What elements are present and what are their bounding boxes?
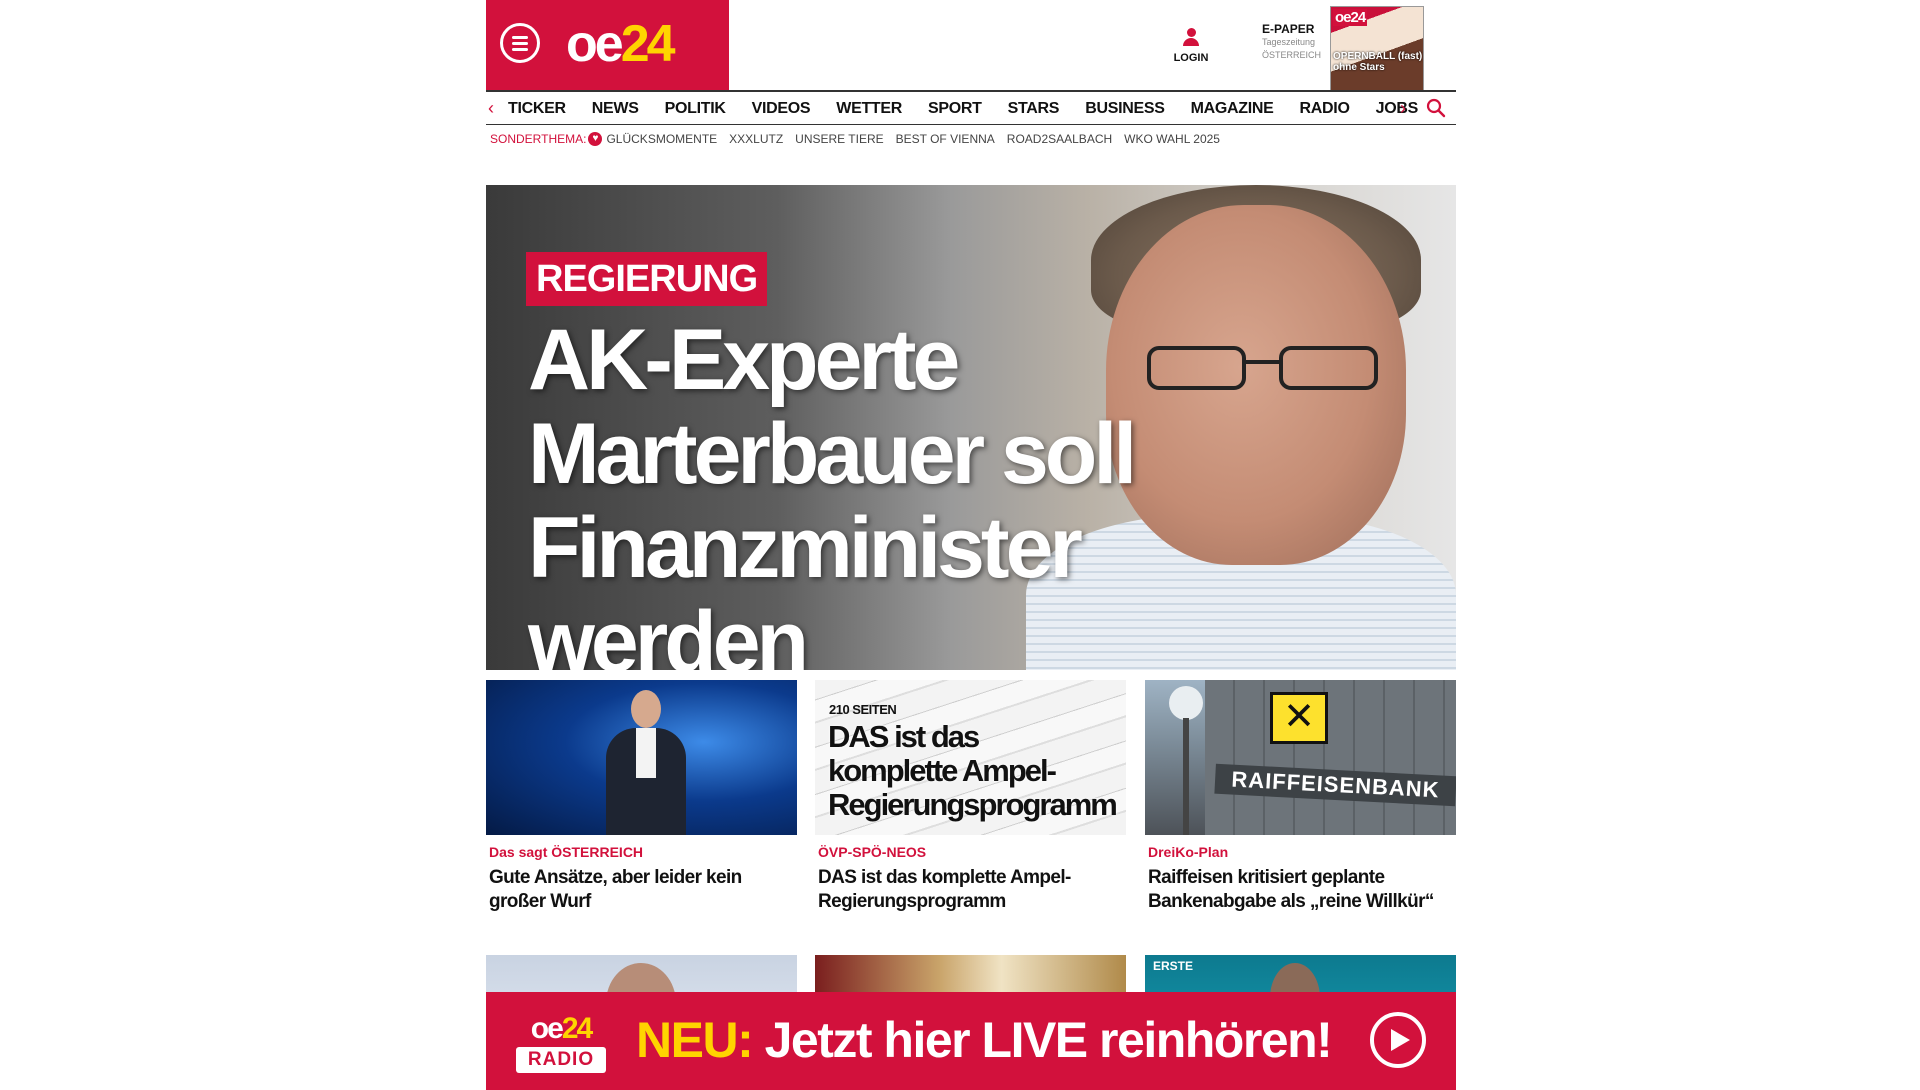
hero-headline-line1: AK-Experte — [528, 312, 960, 408]
building-illustration — [1205, 680, 1456, 835]
epaper-title: E-PAPER — [1262, 22, 1315, 36]
image-caption-big: DAS ist das komplette Ampel- Regierungsp… — [828, 719, 1118, 822]
radio-logo-oe: oe — [530, 1012, 564, 1045]
lamp-illustration — [1169, 686, 1203, 720]
oe24-radio-logo: oe24 RADIO — [516, 1012, 606, 1074]
article-image[interactable]: ✕ RAIFFEISENBANK — [1145, 680, 1456, 835]
image-caption-line: Regierungsprogramm — [828, 787, 1118, 822]
article-kicker: DreiKo-Plan — [1148, 844, 1229, 860]
epaper-cover-image[interactable]: oe24 OPERNBALL (fast) ohne Stars — [1330, 6, 1424, 92]
sonderthema-bar: SONDERTHEMA: ♥ GLÜCKSMOMENTE XXXLUTZ UNS… — [490, 130, 1232, 148]
article-card[interactable]: 210 SEITEN DAS ist das komplette Ampel- … — [815, 680, 1126, 920]
article-kicker: Das sagt ÖSTERREICH — [489, 844, 644, 860]
login-button[interactable]: LOGIN — [1166, 28, 1216, 64]
epaper-cover-logo: oe24 — [1333, 9, 1368, 26]
lamp-pole — [1183, 718, 1189, 835]
article-title[interactable]: DAS ist das komplette Ampel-Regierungspr… — [818, 866, 1123, 914]
subnav-item-wko-wahl[interactable]: WKO WAHL 2025 — [1124, 132, 1220, 146]
subnav-item-unsere-tiere[interactable]: UNSERE TIERE — [795, 132, 883, 146]
subnav-item-road2saalbach[interactable]: ROAD2SAALBACH — [1007, 132, 1112, 146]
radio-message: Jetzt hier LIVE reinhören! — [764, 1012, 1333, 1068]
article-card[interactable]: ✕ RAIFFEISENBANK DreiKo-Plan Raiffeisen … — [1145, 680, 1456, 920]
hero-headline[interactable]: AK-Experte Marterbauer soll Finanzminist… — [528, 313, 1348, 670]
main-nav: ‹ TICKER NEWS POLITIK VIDEOS WETTER SPOR… — [486, 90, 1456, 125]
erste-brand-text: ERSTE — [1153, 959, 1194, 973]
logo-oe: oe — [566, 15, 624, 73]
nav-item-stars[interactable]: STARS — [1008, 100, 1060, 118]
nav-item-business[interactable]: BUSINESS — [1085, 100, 1165, 118]
radio-neu-label: NEU: — [636, 1012, 754, 1068]
nav-items: TICKER NEWS POLITIK VIDEOS WETTER SPORT … — [508, 92, 1444, 125]
hero-kicker: REGIERUNG — [526, 252, 768, 306]
nav-item-radio[interactable]: RADIO — [1300, 100, 1350, 118]
person-illustration — [606, 690, 686, 835]
hero-headline-line3: Finanzminister werden — [528, 500, 1083, 670]
image-caption-small: 210 SEITEN — [829, 702, 897, 717]
article-kicker: ÖVP-SPÖ-NEOS — [818, 844, 927, 860]
epaper-subtitle: Tageszeitung — [1262, 37, 1316, 47]
image-caption-line: komplette Ampel- — [828, 753, 1057, 788]
article-title[interactable]: Gute Ansätze, aber leider kein großer Wu… — [489, 866, 794, 914]
site-logo[interactable]: oe24 — [566, 14, 676, 74]
radio-live-banner[interactable]: oe24 RADIO NEU: Jetzt hier LIVE reinhöre… — [486, 992, 1456, 1090]
nav-item-news[interactable]: NEWS — [592, 100, 639, 118]
radio-logo-24: 24 — [561, 1012, 593, 1045]
nav-item-ticker[interactable]: TICKER — [508, 100, 566, 118]
logo-24: 24 — [620, 15, 676, 73]
epaper-region: ÖSTERREICH — [1262, 50, 1322, 60]
epaper-cover-headline: OPERNBALL (fast) ohne Stars — [1333, 51, 1423, 73]
nav-item-politik[interactable]: POLITIK — [665, 100, 726, 118]
subnav-item-best-of-vienna[interactable]: BEST OF VIENNA — [896, 132, 995, 146]
raiffeisen-logo-icon: ✕ — [1270, 692, 1328, 744]
login-label: LOGIN — [1173, 52, 1209, 64]
heart-icon: ♥ — [588, 132, 603, 146]
nav-item-wetter[interactable]: WETTER — [836, 100, 902, 118]
article-title[interactable]: Raiffeisen kritisiert geplante Bankenabg… — [1148, 866, 1453, 914]
nav-item-videos[interactable]: VIDEOS — [752, 100, 811, 118]
sonderthema-label: SONDERTHEMA: — [490, 132, 587, 146]
search-icon[interactable] — [1426, 98, 1446, 118]
nav-scroll-left-icon[interactable]: ‹ — [488, 98, 494, 119]
hero-headline-line2: Marterbauer soll — [528, 406, 1137, 502]
page: oe24 LOGIN E-PAPER Tageszeitung ÖSTERREI… — [486, 0, 1456, 1090]
epaper-link[interactable]: E-PAPER Tageszeitung ÖSTERREICH — [1262, 22, 1332, 62]
image-caption-line: DAS ist das — [828, 719, 980, 754]
article-image[interactable]: 210 SEITEN DAS ist das komplette Ampel- … — [815, 680, 1126, 835]
hamburger-menu-icon[interactable] — [500, 23, 540, 63]
subnav-item-xxxlutz[interactable]: XXXLUTZ — [729, 132, 783, 146]
radio-logo-label: RADIO — [516, 1047, 606, 1073]
nav-item-jobs[interactable]: JOBS — [1376, 100, 1419, 118]
play-button-icon[interactable] — [1370, 1012, 1426, 1068]
nav-item-magazine[interactable]: MAGAZINE — [1191, 100, 1274, 118]
article-image[interactable] — [486, 680, 797, 835]
article-card[interactable]: Das sagt ÖSTERREICH Gute Ansätze, aber l… — [486, 680, 797, 920]
subnav-item-gluecksmomente[interactable]: GLÜCKSMOMENTE — [606, 132, 717, 146]
logo-block[interactable]: oe24 — [486, 0, 729, 90]
user-icon — [1181, 28, 1201, 50]
nav-scroll-right-icon[interactable]: › — [1400, 98, 1406, 119]
radio-banner-text: NEU: Jetzt hier LIVE reinhören! — [636, 1010, 1333, 1070]
hero-article[interactable]: REGIERUNG AK-Experte Marterbauer soll Fi… — [486, 185, 1456, 670]
nav-item-sport[interactable]: SPORT — [928, 100, 982, 118]
